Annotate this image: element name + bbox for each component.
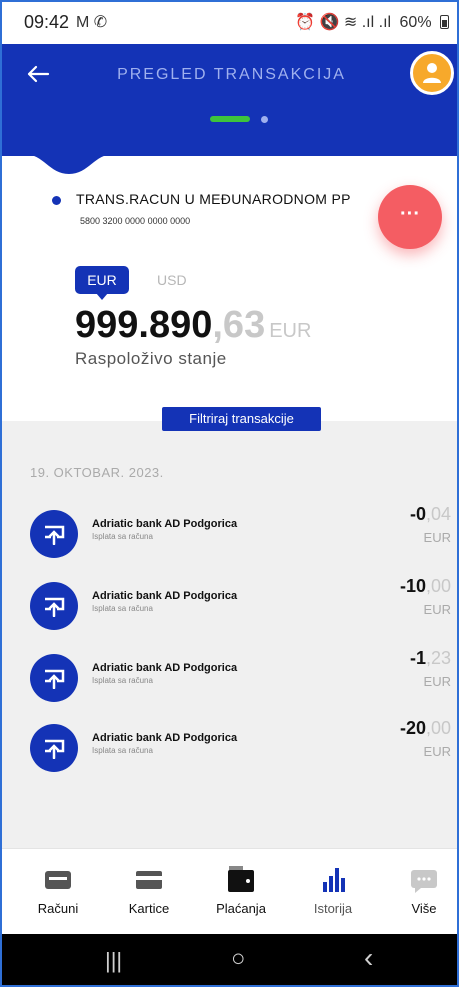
nav-label: Računi (37, 901, 79, 916)
bar-chart-icon (323, 868, 345, 892)
amount-main: -10 (399, 576, 426, 596)
user-icon (423, 63, 441, 83)
balance: 999.890,63 EUR (75, 304, 311, 347)
nav-item-placanja[interactable]: Plaćanja (201, 865, 281, 916)
battery-icon (440, 15, 449, 29)
page-title: PREGLED TRANSAKCIJA (117, 66, 346, 83)
currency-tab-eur[interactable]: EUR (75, 266, 129, 300)
account-bullet (52, 196, 61, 205)
recents-icon[interactable]: ||| (105, 948, 122, 974)
transaction-amount: -10,00 (400, 576, 451, 597)
transaction-currency: EUR (423, 744, 451, 759)
transaction-row[interactable]: Adriatic bank AD Podgorica Isplata sa ra… (2, 648, 457, 714)
amount-decimal: ,00 (425, 576, 451, 596)
battery-percent: 60% (399, 14, 432, 31)
amount-main: -1 (409, 648, 426, 668)
withdrawal-icon (30, 654, 78, 702)
status-right: ⏰ 🔇 ≋ .ıl .ıl 60% (291, 12, 449, 32)
account-name: TRANS.RACUN U MEĐUNARODNOM PP (76, 191, 351, 207)
withdrawal-icon (30, 582, 78, 630)
more-options-button[interactable]: ··· (378, 185, 442, 249)
currency-tab-usd[interactable]: USD (157, 272, 187, 288)
nav-label: Istorija (313, 901, 353, 916)
pager-dot[interactable] (261, 116, 268, 123)
avatar-button[interactable] (410, 51, 454, 95)
wallet-icon (228, 866, 254, 892)
status-time: 09:42 (24, 12, 70, 32)
withdrawal-icon (30, 510, 78, 558)
system-navigation-bar: ||| ○ ‹ (2, 934, 457, 985)
transaction-amount: -1,23 (410, 648, 451, 669)
transaction-row[interactable]: Adriatic bank AD Podgorica Isplata sa ra… (2, 718, 457, 784)
nav-item-istorija[interactable]: Istorija (293, 865, 373, 916)
bottom-navigation: Računi Kartice Plaćanja Istorija Više (2, 848, 457, 934)
amount-main: -0 (409, 504, 426, 524)
transaction-subtitle: Isplata sa računa (92, 746, 153, 755)
nav-item-vise[interactable]: Više (384, 865, 457, 916)
filter-transactions-button[interactable]: Filtriraj transakcije (162, 407, 321, 431)
transaction-currency: EUR (423, 602, 451, 617)
amount-main: -20 (399, 718, 426, 738)
back-nav-icon[interactable]: ‹ (364, 942, 373, 974)
transaction-title: Adriatic bank AD Podgorica (92, 518, 238, 530)
header-notch (24, 154, 114, 174)
nav-label: Kartice (128, 901, 170, 916)
withdrawal-icon (30, 724, 78, 772)
transaction-amount: -0,04 (410, 504, 451, 525)
balance-label: Raspoloživo stanje (75, 349, 227, 368)
system-icons: ⏰ 🔇 ≋ .ıl .ıl (295, 14, 392, 31)
transaction-currency: EUR (423, 674, 451, 689)
transaction-title: Adriatic bank AD Podgorica (92, 590, 238, 602)
transaction-row[interactable]: Adriatic bank AD Podgorica Isplata sa ra… (2, 576, 457, 642)
amount-decimal: ,23 (425, 648, 451, 668)
home-icon[interactable]: ○ (231, 945, 246, 973)
account-card: TRANS.RACUN U MEĐUNARODNOM PP 5800 3200 … (2, 154, 457, 421)
transactions-date: 19. OKTOBAR. 2023. (30, 465, 164, 480)
balance-currency: EUR (269, 320, 312, 342)
transaction-currency: EUR (423, 530, 451, 545)
transaction-amount: -20,00 (400, 718, 451, 739)
transaction-subtitle: Isplata sa računa (92, 532, 153, 541)
transaction-title: Adriatic bank AD Podgorica (92, 662, 238, 674)
app-header: PREGLED TRANSAKCIJA (2, 44, 457, 156)
amount-decimal: ,00 (425, 718, 451, 738)
account-number: 5800 3200 0000 0000 0000 (80, 216, 191, 226)
balance-main: 999.890 (75, 304, 213, 346)
balance-decimal: ,63 (212, 304, 266, 346)
more-chat-icon (411, 870, 437, 893)
pager-dot-active (210, 116, 250, 122)
nav-label: Plaćanja (216, 901, 266, 916)
card-icon (136, 871, 162, 889)
transaction-subtitle: Isplata sa računa (92, 604, 153, 613)
notification-icons: M ✆ (76, 14, 108, 31)
nav-item-racuni[interactable]: Računi (18, 865, 98, 916)
transaction-title: Adriatic bank AD Podgorica (92, 732, 238, 744)
nav-item-kartice[interactable]: Kartice (109, 865, 189, 916)
accounts-icon (45, 871, 71, 889)
status-bar: 09:42 M ✆ ⏰ 🔇 ≋ .ıl .ıl 60% (2, 2, 457, 44)
nav-label: Više (411, 901, 437, 916)
app-frame: 09:42 M ✆ ⏰ 🔇 ≋ .ıl .ıl 60% PREGLED TRAN… (0, 0, 459, 987)
transaction-row[interactable]: Adriatic bank AD Podgorica Isplata sa ra… (2, 504, 457, 570)
amount-decimal: ,04 (425, 504, 451, 524)
transaction-subtitle: Isplata sa računa (92, 676, 153, 685)
